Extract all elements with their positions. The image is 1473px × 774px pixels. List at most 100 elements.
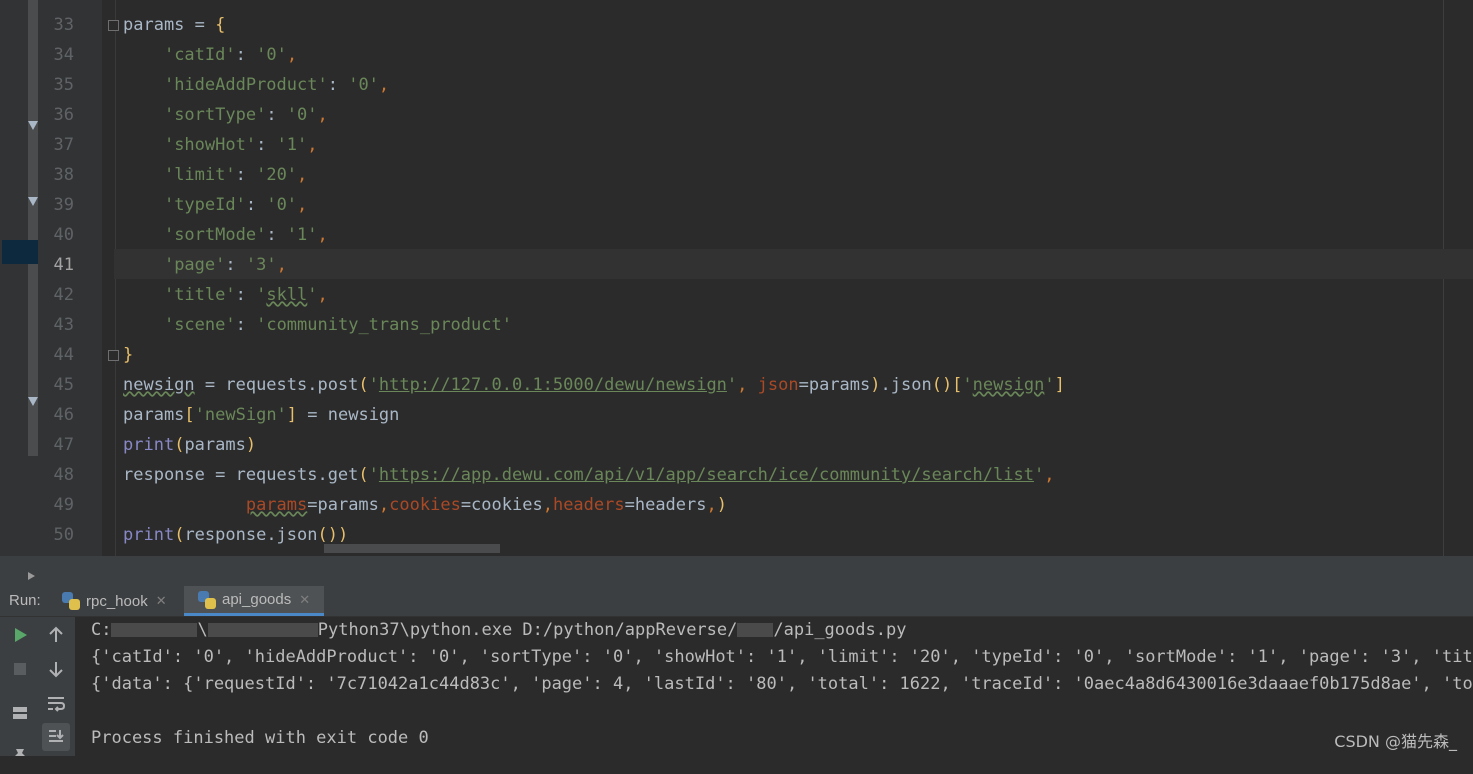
line-number: 34: [53, 45, 74, 65]
run-tool-header: Run: rpc_hook ✕ api_goods ✕: [0, 586, 1473, 617]
fold-toggle-icon[interactable]: [108, 20, 119, 31]
code-token: print: [123, 525, 175, 545]
code-line: newsign = requests.post('http://127.0.0.…: [123, 370, 1065, 400]
horizontal-scrollbar[interactable]: [324, 544, 500, 553]
code-token: = newsign: [297, 405, 400, 425]
code-line: 'title': 'skll',: [123, 280, 328, 310]
code-token: json: [757, 375, 799, 395]
line-number: 35: [53, 75, 74, 95]
code-line: 'hideAddProduct': '0',: [123, 70, 389, 100]
fold-arrow-icon[interactable]: [28, 121, 38, 130]
structure-bar: [28, 0, 38, 456]
fold-arrow-icon[interactable]: [28, 397, 38, 406]
code-token: ': [1033, 465, 1045, 485]
console-line-params: {'catId': '0', 'hideAddProduct': '0', 's…: [91, 647, 1473, 667]
run-icon[interactable]: [8, 623, 32, 647]
panel-divider[interactable]: [0, 556, 1473, 586]
code-token: print: [123, 435, 175, 455]
code-token: 'title': [163, 285, 236, 305]
soft-wrap-icon[interactable]: [44, 691, 68, 715]
close-icon[interactable]: ✕: [156, 593, 167, 609]
python-file-icon: [62, 592, 80, 610]
code-line: response = requests.get('https://app.dew…: [123, 460, 1054, 490]
line-number: 49: [53, 495, 74, 515]
code-token: '3': [245, 255, 277, 275]
close-icon[interactable]: ✕: [299, 592, 310, 608]
code-line: 'sortType': '0',: [123, 100, 328, 130]
code-token: skll: [266, 285, 308, 305]
line-number-gutter: 33 34 35 36 37 38 39 40 41 42 43 44 45 46 47 48 49 50: [38, 0, 102, 556]
code-token: ,: [317, 105, 328, 125]
stop-icon[interactable]: [8, 657, 32, 681]
code-line: params['newSign'] = newsign: [123, 400, 399, 430]
code-token: ,: [297, 165, 308, 185]
code-token: = requests.post: [194, 375, 359, 395]
current-line-marker: [2, 240, 38, 264]
up-arrow-icon[interactable]: [44, 623, 68, 647]
scroll-to-end-icon[interactable]: [42, 723, 70, 751]
tab-api-goods[interactable]: api_goods ✕: [184, 586, 325, 616]
fold-arrow-icon[interactable]: [28, 197, 38, 206]
line-number: 47: [53, 435, 74, 455]
code-line: }: [123, 340, 133, 370]
code-token: https://app.dewu.com/api/v1/app/search/i…: [378, 465, 1034, 485]
code-token: ()[: [931, 375, 963, 395]
code-token: ': [368, 465, 379, 485]
python-file-icon: [198, 590, 216, 609]
layout-icon[interactable]: [8, 701, 32, 725]
line-number: 33: [53, 15, 74, 35]
code-token: newsign: [123, 375, 195, 395]
code-token: 'sortType': [163, 105, 267, 125]
code-token: ': [256, 285, 267, 305]
code-token: params: [184, 435, 246, 455]
code-token: =cookies: [460, 495, 543, 515]
line-number: 40: [53, 225, 74, 245]
run-console[interactable]: C: \ Python37\python.exe D:/python/appReve…: [75, 617, 1473, 756]
expand-arrow-icon[interactable]: [28, 572, 35, 580]
code-token: (: [358, 375, 369, 395]
watermark: CSDN @猫先森_: [1334, 732, 1457, 751]
line-number: 37: [53, 135, 74, 155]
pin-icon[interactable]: [8, 743, 32, 767]
code-token: :: [245, 195, 267, 215]
line-number: 46: [53, 405, 74, 425]
code-line: 'scene': 'community_trans_product': [123, 310, 512, 340]
code-token: }: [123, 345, 134, 365]
line-number: 48: [53, 465, 74, 485]
code-token: ]: [1054, 375, 1065, 395]
code-area[interactable]: params = { 'catId': '0', 'hideAddProduct…: [102, 0, 1473, 556]
code-token: ,: [286, 45, 298, 65]
code-editor[interactable]: 33 34 35 36 37 38 39 40 41 42 43 44 45 46 47 48 49 50 par…: [0, 0, 1473, 556]
code-token: ': [307, 285, 318, 305]
code-token: {: [215, 15, 226, 35]
code-token: cookies: [389, 495, 461, 515]
code-token: ,: [737, 375, 758, 395]
code-line: 'typeId': '0',: [123, 190, 307, 220]
code-line: print(params): [123, 430, 256, 460]
code-token: ,: [378, 75, 390, 95]
tab-rpc-hook[interactable]: rpc_hook ✕: [62, 586, 167, 616]
fold-toggle-icon[interactable]: [108, 350, 119, 361]
code-token: http://127.0.0.1:5000/dewu/newsign: [378, 375, 727, 395]
code-token: :: [235, 315, 257, 335]
code-line: 'page': '3',: [123, 250, 287, 280]
code-token: ': [368, 375, 379, 395]
redacted-path: [737, 623, 774, 637]
code-token: 'community_trans_product': [256, 315, 512, 335]
code-token: :: [266, 105, 287, 125]
code-token: '0': [348, 75, 379, 95]
code-line: 'sortMode': '1',: [123, 220, 328, 250]
code-token: ,: [317, 225, 328, 245]
code-token: :: [235, 165, 257, 185]
line-number: 43: [53, 315, 74, 335]
down-arrow-icon[interactable]: [44, 657, 68, 681]
line-number: 38: [53, 165, 74, 185]
code-token: (: [358, 465, 369, 485]
